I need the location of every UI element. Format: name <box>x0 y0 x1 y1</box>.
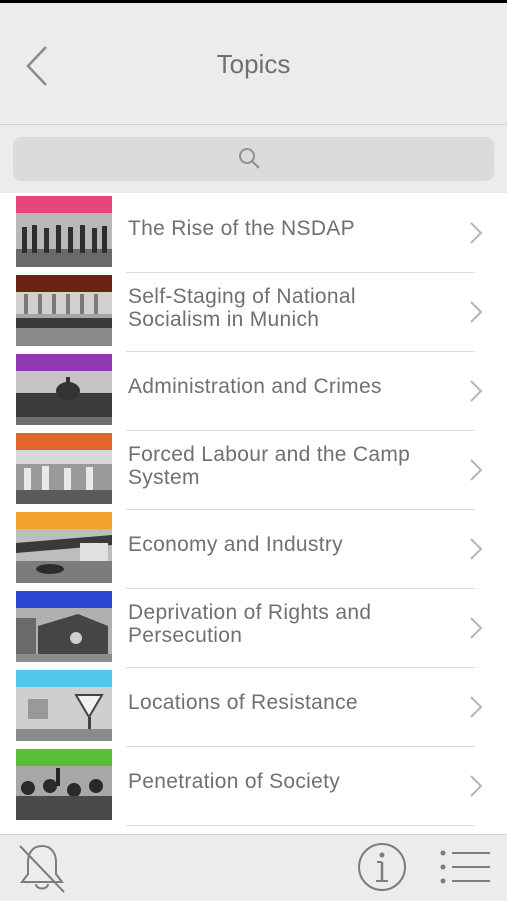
topic-color-bar <box>16 433 112 450</box>
topic-color-bar <box>16 512 112 529</box>
list-item-rise-nsdap[interactable]: The Rise of the NSDAP <box>0 194 507 273</box>
chevron-right-icon <box>470 459 483 481</box>
topic-thumbnail <box>16 433 112 504</box>
chevron-right-icon <box>470 775 483 797</box>
topic-color-bar <box>16 749 112 766</box>
search-input[interactable] <box>13 137 494 181</box>
list-item-label: The Rise of the NSDAP <box>128 217 355 240</box>
list-item-label: Penetration of Society <box>128 770 341 793</box>
list-item-deprivation[interactable]: Deprivation of Rights and Persecution <box>0 589 507 668</box>
notifications-toggle-button[interactable] <box>16 840 68 899</box>
chevron-right-icon <box>470 617 483 639</box>
list-item-forced-labour[interactable]: Forced Labour and the Camp System <box>0 431 507 510</box>
info-icon <box>358 843 406 891</box>
list-item-administration[interactable]: Administration and Crimes <box>0 352 507 431</box>
topic-color-bar <box>16 354 112 371</box>
list-item-label: Self-Staging of National Socialism in Mu… <box>128 285 356 331</box>
list-item-economy[interactable]: Economy and Industry <box>0 510 507 589</box>
search-icon <box>239 148 260 169</box>
list-item-label: Forced Labour and the Camp System <box>128 443 411 489</box>
topic-color-bar <box>16 196 112 213</box>
topic-color-bar <box>16 275 112 292</box>
topic-thumbnail <box>16 275 112 346</box>
topic-thumbnail <box>16 749 112 820</box>
row-separator <box>126 825 475 826</box>
chevron-right-icon <box>470 301 483 323</box>
list-item-label: Deprivation of Rights and Persecution <box>128 601 372 647</box>
chevron-right-icon <box>470 696 483 718</box>
menu-list-button[interactable] <box>440 849 492 890</box>
list-item-label: Economy and Industry <box>128 533 343 556</box>
list-menu-icon <box>440 850 490 884</box>
list-item-label: Administration and Crimes <box>128 375 382 398</box>
chevron-right-icon <box>470 380 483 402</box>
list-item-label: Locations of Resistance <box>128 691 358 714</box>
topic-color-bar <box>16 591 112 608</box>
topic-thumbnail <box>16 670 112 741</box>
topics-list: The Rise of the NSDAP Self-Staging of Na… <box>0 194 507 834</box>
list-item-penetration[interactable]: Penetration of Society <box>0 747 507 826</box>
chevron-right-icon <box>470 222 483 244</box>
topic-color-bar <box>16 670 112 687</box>
bottom-toolbar <box>0 834 507 901</box>
page-title: Topics <box>216 49 291 79</box>
list-item-resistance[interactable]: Locations of Resistance <box>0 668 507 747</box>
bell-off-icon <box>19 844 65 893</box>
chevron-right-icon <box>470 538 483 560</box>
topic-thumbnail <box>16 512 112 583</box>
info-button[interactable] <box>356 841 408 898</box>
topic-thumbnail <box>16 591 112 662</box>
navigation-bar: Topics <box>0 3 507 125</box>
topic-thumbnail <box>16 354 112 425</box>
search-area <box>0 125 507 193</box>
list-item-self-staging[interactable]: Self-Staging of National Socialism in Mu… <box>0 273 507 352</box>
topic-thumbnail <box>16 196 112 267</box>
